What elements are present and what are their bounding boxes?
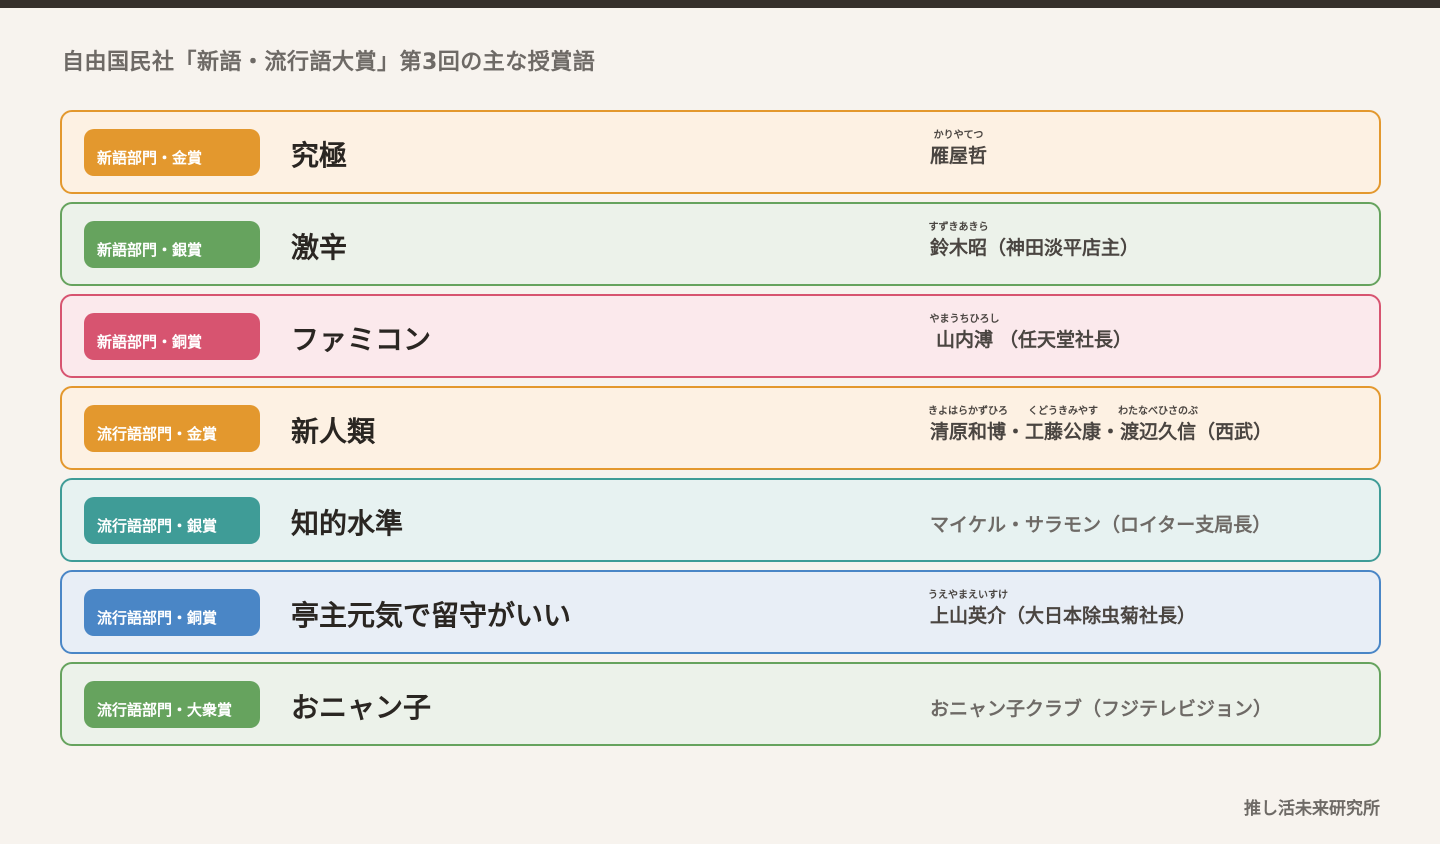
award-word: おニャン子: [291, 691, 432, 724]
winner-name: きよはらかずひろ 清原和博: [928, 406, 1008, 443]
award-row: 流行語部門・銀賞 知的水準 マイケル・サラモン（ロイター支局長）: [60, 478, 1381, 562]
page-title: 自由国民社「新語・流行語大賞」第3回の主な授賞語: [62, 50, 596, 75]
award-row: 流行語部門・大衆賞 おニャン子 おニャン子クラブ（フジテレビジョン）: [60, 662, 1381, 746]
category-badge: 新語部門・銅賞: [84, 313, 260, 360]
award-list: 新語部門・金賞 究極 かりやてつ 雁屋哲 新語部門・銀賞 激辛 すずきあきら 鈴…: [60, 110, 1381, 754]
name-separator: ・: [1101, 421, 1121, 443]
award-row: 新語部門・銅賞 ファミコン やまうちひろし 山内溥 （任天堂社長）: [60, 294, 1381, 378]
name-reading: うえやまえいすけ: [928, 590, 1008, 601]
category-badge: 流行語部門・金賞: [84, 405, 260, 452]
winner-affiliation: （大日本除虫菊社長）: [1006, 605, 1197, 627]
winner-name: くどうきみやす 工藤公康: [1025, 406, 1102, 443]
award-word: 新人類: [291, 415, 376, 448]
category-badge: 流行語部門・銅賞: [84, 589, 260, 636]
winner-name: かりやてつ 雁屋哲: [930, 130, 988, 167]
footer-credit: 推し活未来研究所: [1244, 799, 1380, 819]
winner-affiliation: （任天堂社長）: [999, 329, 1133, 351]
top-bar: [0, 0, 1440, 8]
award-row: 流行語部門・金賞 新人類 きよはらかずひろ 清原和博 ・ くどうきみやす 工藤公…: [60, 386, 1381, 470]
award-word: 知的水準: [291, 507, 404, 540]
award-word: 究極: [291, 139, 348, 172]
winner-affiliation: （西武）: [1196, 421, 1273, 443]
winner-name: うえやまえいすけ 上山英介: [928, 590, 1008, 627]
award-word: 激辛: [291, 231, 348, 264]
award-row: 流行語部門・銅賞 亭主元気で留守がいい うえやまえいすけ 上山英介 （大日本除虫…: [60, 570, 1381, 654]
winner-name: すずきあきら 鈴木昭: [928, 222, 989, 259]
winner: きよはらかずひろ 清原和博 ・ くどうきみやす 工藤公康 ・ わたなべひさのぶ …: [928, 406, 1273, 445]
name-separator: ・: [1006, 421, 1026, 443]
winner-name: やまうちひろし 山内溥: [929, 314, 1000, 351]
winner: おニャン子クラブ（フジテレビジョン）: [930, 698, 1273, 720]
winner-affiliation: （神田淡平店主）: [987, 237, 1140, 259]
name-reading: かりやてつ: [933, 130, 984, 141]
winner-name: わたなべひさのぶ 渡辺久信: [1118, 406, 1199, 443]
winner: やまうちひろし 山内溥 （任天堂社長）: [929, 314, 1133, 353]
name-reading: すずきあきら: [928, 222, 989, 233]
winner: マイケル・サラモン（ロイター支局長）: [930, 514, 1272, 536]
award-row: 新語部門・金賞 究極 かりやてつ 雁屋哲: [60, 110, 1381, 194]
winner: すずきあきら 鈴木昭 （神田淡平店主）: [928, 222, 1140, 261]
category-badge: 流行語部門・大衆賞: [84, 681, 260, 728]
award-word: ファミコン: [291, 323, 432, 356]
category-badge: 流行語部門・銀賞: [84, 497, 260, 544]
category-badge: 新語部門・金賞: [84, 129, 260, 176]
name-reading: わたなべひさのぶ: [1118, 406, 1199, 417]
category-badge: 新語部門・銀賞: [84, 221, 260, 268]
name-reading: きよはらかずひろ: [928, 406, 1008, 417]
name-reading: くどうきみやす: [1028, 406, 1099, 417]
winner: うえやまえいすけ 上山英介 （大日本除虫菊社長）: [928, 590, 1197, 629]
award-word: 亭主元気で留守がいい: [291, 599, 572, 632]
award-row: 新語部門・銀賞 激辛 すずきあきら 鈴木昭 （神田淡平店主）: [60, 202, 1381, 286]
winner: かりやてつ 雁屋哲: [930, 130, 988, 169]
name-reading: やまうちひろし: [929, 314, 1000, 325]
